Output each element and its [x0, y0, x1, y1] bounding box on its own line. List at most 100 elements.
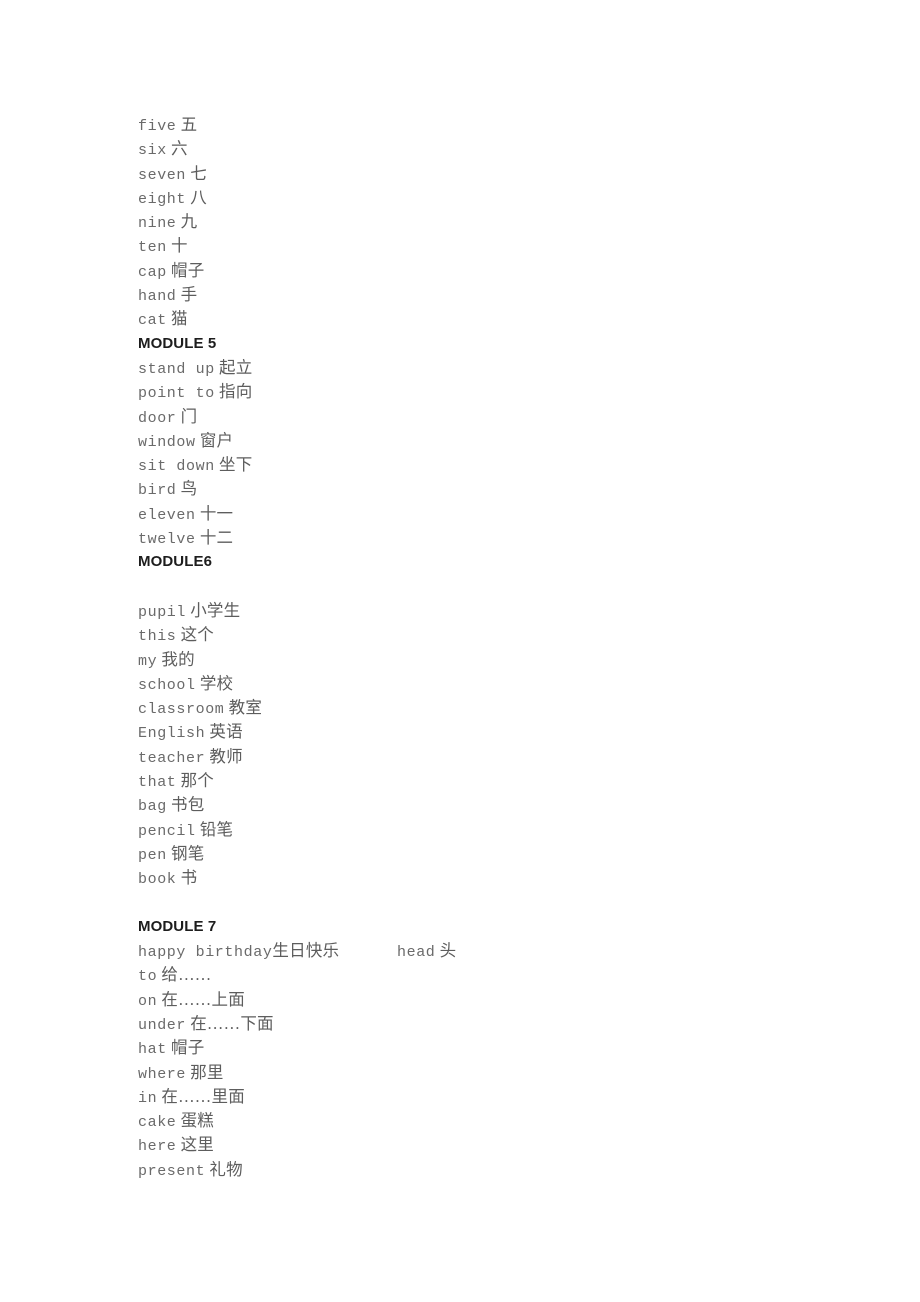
entry-english: on [138, 992, 158, 1010]
vocabulary-entry: English 英语 [138, 720, 838, 744]
entry-english: hand [138, 288, 177, 306]
module-heading: MODULE 7 [138, 917, 217, 935]
entry-chinese: 猫 [171, 309, 188, 329]
entry-chinese: 窗户 [199, 430, 234, 450]
entry-chinese: 门 [180, 406, 198, 426]
entry-chinese: 指向 [219, 382, 253, 402]
vocabulary-entry: school 学校 [138, 672, 838, 696]
entry-chinese: 那个 [180, 771, 215, 791]
entry-chinese: 十一 [199, 503, 234, 523]
entry-english: that [138, 774, 177, 792]
entry-chinese: 生日快乐 [272, 941, 340, 961]
vocabulary-entry: classroom 教室 [138, 696, 838, 720]
entry-chinese: 礼物 [209, 1159, 243, 1179]
entry-english: classroom [138, 701, 225, 719]
vocabulary-entry: pen 钢笔 [138, 842, 838, 866]
vocabulary-entry: to 给…… [138, 963, 838, 987]
vocabulary-entry: nine 九 [138, 210, 838, 234]
entry-english: six [138, 142, 167, 160]
entry-chinese: 六 [171, 139, 188, 159]
entry-chinese: 书包 [171, 795, 205, 815]
vocabulary-entry: pupil 小学生 [138, 599, 838, 623]
entry-chinese: 给…… [161, 965, 212, 985]
entry-english: twelve [138, 531, 196, 549]
entry-chinese: 小学生 [190, 600, 241, 620]
aside-entry-english: head [397, 944, 436, 962]
vocabulary-entry: cap 帽子 [138, 259, 838, 283]
entry-chinese: 教师 [209, 746, 243, 766]
vocabulary-entry: where 那里 [138, 1061, 838, 1085]
entry-chinese: 铅笔 [199, 819, 234, 839]
entry-english: teacher [138, 749, 206, 767]
entry-english: English [138, 725, 206, 743]
vocabulary-entry: hand 手 [138, 283, 838, 307]
entry-chinese: 八 [190, 187, 207, 207]
entry-chinese: 这里 [180, 1135, 215, 1155]
entry-english: door [138, 409, 177, 427]
vocabulary-entry: my 我的 [138, 648, 838, 672]
entry-chinese: 蛋糕 [180, 1111, 215, 1131]
vocabulary-entry: stand up 起立 [138, 356, 838, 380]
entry-english: bag [138, 798, 167, 816]
vocabulary-entry: sit down 坐下 [138, 453, 838, 477]
entry-english: school [138, 676, 196, 694]
entry-chinese: 帽子 [171, 260, 205, 280]
entry-english: ten [138, 239, 167, 257]
entry-english: under [138, 1016, 187, 1034]
entry-english: where [138, 1065, 187, 1083]
entry-english: five [138, 118, 177, 135]
entry-english: to [138, 968, 158, 986]
entry-english: pupil [138, 603, 187, 621]
entry-chinese: 英语 [209, 722, 243, 742]
module-heading: MODULE 5 [138, 334, 217, 352]
entry-chinese: 七 [190, 163, 207, 183]
entry-english: window [138, 433, 196, 451]
entry-english: sit down [138, 458, 215, 476]
entry-chinese: 帽子 [171, 1038, 205, 1058]
vocabulary-entry: bird 鸟 [138, 477, 838, 501]
entry-english: cake [138, 1114, 177, 1132]
vocabulary-entry: window 窗户 [138, 429, 838, 453]
vocabulary-entry: that 那个 [138, 769, 838, 793]
vocabulary-entry: point to 指向 [138, 380, 838, 404]
entry-chinese: 学校 [199, 673, 234, 693]
vocabulary-entry: hat 帽子 [138, 1036, 838, 1060]
vocabulary-entry: cake 蛋糕 [138, 1109, 838, 1133]
vocabulary-entry: door 门 [138, 405, 838, 429]
vocabulary-entry: bag 书包 [138, 793, 838, 817]
vocabulary-entry: ten 十 [138, 234, 838, 258]
entry-english: book [138, 871, 177, 889]
vocabulary-entry: eleven 十一 [138, 502, 838, 526]
entry-english: in [138, 1089, 158, 1107]
vocabulary-entry: this 这个 [138, 623, 838, 647]
entry-english: this [138, 628, 177, 646]
entry-english: hat [138, 1041, 167, 1059]
entry-english: eight [138, 190, 187, 208]
vocabulary-entry: teacher 教师 [138, 745, 838, 769]
entry-english: point to [138, 385, 215, 403]
entry-chinese: 坐下 [219, 455, 253, 475]
vocabulary-entry: here 这里 [138, 1133, 838, 1157]
vocabulary-entry: eight 八 [138, 186, 838, 210]
entry-english: here [138, 1138, 177, 1156]
module-heading: MODULE6 [138, 553, 213, 571]
entry-chinese: 在……里面 [161, 1086, 245, 1106]
vocabulary-entry: pencil 铅笔 [138, 818, 838, 842]
entry-chinese: 起立 [219, 357, 253, 377]
vocabulary-entry: seven 七 [138, 162, 838, 186]
entry-chinese: 鸟 [180, 479, 198, 499]
vocabulary-entry: cat 猫 [138, 307, 838, 331]
vocabulary-entry: book 书 [138, 866, 838, 890]
entry-english: pen [138, 846, 167, 864]
entry-english: present [138, 1162, 206, 1180]
vocabulary-entry: in 在……里面 [138, 1085, 838, 1109]
aside-entry-chinese: 头 [439, 941, 457, 961]
vocabulary-entry: five 五 [138, 113, 838, 137]
entry-chinese: 十二 [199, 528, 234, 548]
entry-english: my [138, 652, 158, 670]
vocabulary-entry: present 礼物 [138, 1158, 838, 1182]
vocabulary-entry: twelve 十二 [138, 526, 838, 550]
entry-english: seven [138, 166, 187, 184]
